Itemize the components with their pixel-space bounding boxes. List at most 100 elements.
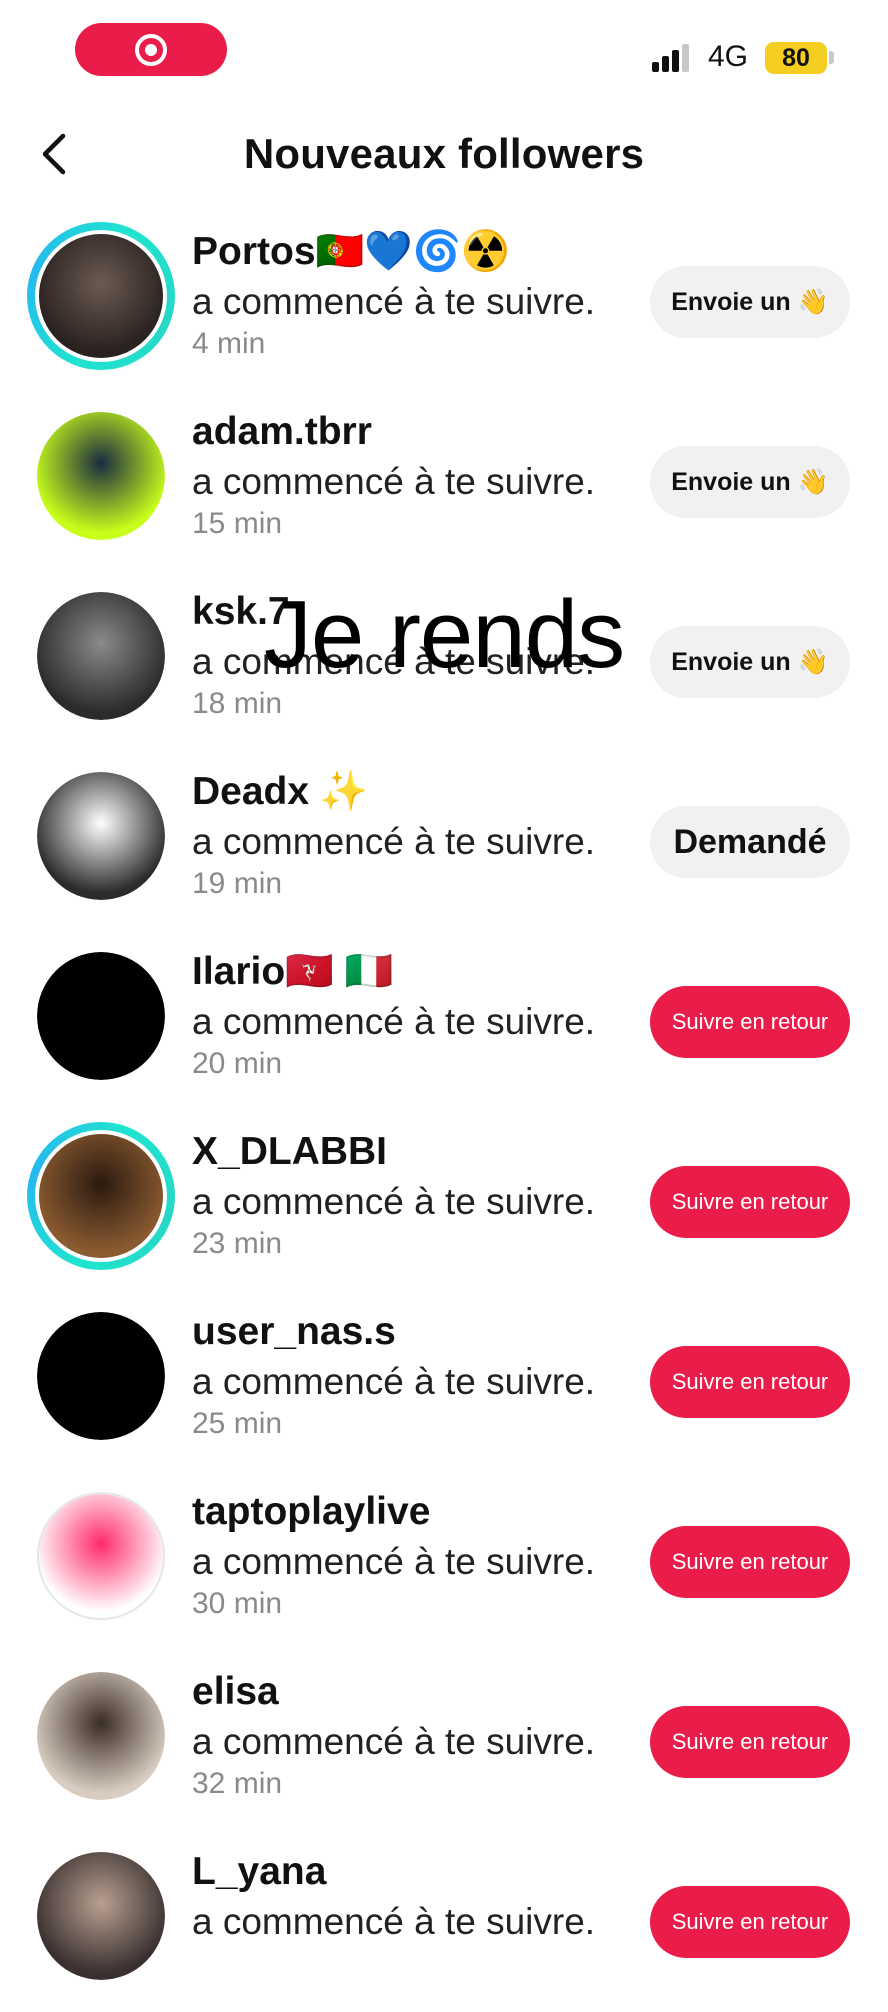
avatar[interactable] [37,1492,165,1620]
avatar-image [39,234,163,358]
network-type: 4G [708,40,749,73]
follow-action-text: a commencé à te suivre. [192,1901,596,1942]
follower-username[interactable]: Ilario🇮🇲 🇮🇹 [192,948,632,996]
follow-timestamp: 4 min [192,327,266,360]
follower-info: user_nas.sa commencé à te suivre. 25 min [192,1308,632,1442]
avatar-image [37,1312,165,1440]
follow-action-text: a commencé à te suivre. [192,641,596,682]
follow-action-text: a commencé à te suivre. [192,1001,596,1042]
follower-username[interactable]: adam.tbrr [192,408,632,456]
follower-username[interactable]: elisa [192,1668,632,1716]
follower-username[interactable]: ksk.7 [192,588,632,636]
avatar[interactable] [37,412,165,540]
button-label: Suivre en retour [671,1009,829,1034]
follow-action-text: a commencé à te suivre. [192,1361,596,1402]
avatar[interactable] [27,1122,175,1270]
avatar-image [37,1672,165,1800]
follower-row[interactable]: Deadx ✨ a commencé à te suivre. 19 min Dema… [0,752,888,932]
follower-info: Ilario🇮🇲 🇮🇹 a commencé à te suivre. 20 min [192,948,632,1082]
avatar[interactable] [27,222,175,370]
followers-list: Portos🇵🇹💙🌀☢️ a commencé à te suivre. 4 min… [0,212,888,2012]
button-label: Envoie un 👋 [671,467,829,496]
follower-info: Portos🇵🇹💙🌀☢️ a commencé à te suivre. 4 min [192,228,632,362]
follow-timestamp: 15 min [192,507,283,540]
follower-row[interactable]: X_DLABBIa commencé à te suivre. 23 min Sui… [0,1112,888,1292]
follow-timestamp: 18 min [192,687,283,720]
follow-timestamp: 32 min [192,1767,283,1800]
follow-action-text: a commencé à te suivre. [192,1721,596,1762]
button-label: Envoie un 👋 [671,647,829,676]
header: Nouveaux followers [0,100,888,212]
follow-back-button[interactable]: Suivre en retour [650,1166,850,1238]
follow-back-button[interactable]: Suivre en retour [650,1706,850,1778]
follower-info: X_DLABBIa commencé à te suivre. 23 min [192,1128,632,1262]
follow-timestamp: 25 min [192,1407,283,1440]
button-label: Suivre en retour [671,1369,829,1394]
follow-back-button[interactable]: Suivre en retour [650,1886,850,1958]
button-label: Envoie un 👋 [671,287,829,316]
follower-username[interactable]: Deadx ✨ [192,768,632,816]
avatar-image [37,592,165,720]
follower-row[interactable]: ksk.7 a commencé à te suivre. 18 min Envoie… [0,572,888,752]
follower-username[interactable]: user_nas.s [192,1308,632,1356]
avatar[interactable] [37,1852,165,1980]
page-title: Nouveaux followers [243,130,645,177]
follower-info: L_yanaa commencé à te suivre. [192,1848,632,1946]
follower-info: adam.tbrr a commencé à te suivre. 15 min [192,408,632,542]
follow-timestamp: 23 min [192,1227,283,1260]
button-label: Suivre en retour [671,1549,829,1574]
follow-action-text: a commencé à te suivre. [192,461,596,502]
follow-action-text: a commencé à te suivre. [192,1541,596,1582]
follow-action-text: a commencé à te suivre. [192,281,596,322]
requested-button[interactable]: Demandé [650,806,850,878]
avatar[interactable] [37,1312,165,1440]
follower-info: elisa a commencé à te suivre. 32 min [192,1668,632,1802]
follower-info: ksk.7 a commencé à te suivre. 18 min [192,588,632,722]
record-icon [135,33,167,66]
send-wave-button[interactable]: Envoie un 👋 [650,446,850,518]
follower-row[interactable]: Portos🇵🇹💙🌀☢️ a commencé à te suivre. 4 min… [0,212,888,392]
follow-timestamp: 19 min [192,867,283,900]
follower-row[interactable]: Ilario🇮🇲 🇮🇹 a commencé à te suivre. 20 min… [0,932,888,1112]
send-wave-button[interactable]: Envoie un 👋 [650,626,850,698]
battery-tip [829,51,834,64]
follower-username[interactable]: L_yana [192,1848,632,1896]
button-label: Suivre en retour [671,1909,829,1934]
follower-username[interactable]: Portos🇵🇹💙🌀☢️ [192,228,632,276]
avatar-image [37,772,165,900]
follower-info: Deadx ✨ a commencé à te suivre. 19 min [192,768,632,902]
send-wave-button[interactable]: Envoie un 👋 [650,266,850,338]
button-label: Suivre en retour [671,1729,829,1754]
follow-action-text: a commencé à te suivre. [192,1181,596,1222]
follower-username[interactable]: X_DLABBI [192,1128,632,1176]
follow-action-text: a commencé à te suivre. [192,821,596,862]
signal-strength-icon [652,44,694,72]
button-label: Suivre en retour [671,1189,829,1214]
avatar[interactable] [37,592,165,720]
follower-row[interactable]: L_yanaa commencé à te suivre. Suivre en r… [0,1832,888,2012]
follower-info: taptoplaylive a commencé à te suivre. 30 m… [192,1488,632,1622]
follower-row[interactable]: elisa a commencé à te suivre. 32 min Suivre… [0,1652,888,1832]
follow-back-button[interactable]: Suivre en retour [650,986,850,1058]
avatar-image [39,1134,163,1258]
avatar-image [37,412,165,540]
avatar[interactable] [37,1672,165,1800]
follower-row[interactable]: user_nas.sa commencé à te suivre. 25 min S… [0,1292,888,1472]
battery-icon: 80 [765,42,827,74]
button-label: Demandé [673,822,827,861]
avatar[interactable] [37,772,165,900]
avatar-image [37,952,165,1080]
avatar[interactable] [37,952,165,1080]
battery-level: 80 [782,43,810,72]
follower-row[interactable]: taptoplaylive a commencé à te suivre. 30 m… [0,1472,888,1652]
avatar-image [37,1852,165,1980]
follower-row[interactable]: adam.tbrr a commencé à te suivre. 15 min En… [0,392,888,572]
screen-recording-indicator[interactable] [75,23,227,76]
follow-timestamp: 30 min [192,1587,283,1620]
avatar-image [39,1494,163,1618]
follow-back-button[interactable]: Suivre en retour [650,1526,850,1598]
follow-back-button[interactable]: Suivre en retour [650,1346,850,1418]
follow-timestamp: 20 min [192,1047,283,1080]
follower-username[interactable]: taptoplaylive [192,1488,632,1536]
status-bar: 4G 80 [0,0,888,100]
